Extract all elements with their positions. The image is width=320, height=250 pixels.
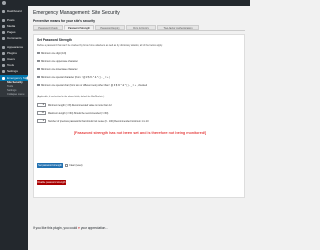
collapse-menu[interactable]: Collapse menu	[0, 93, 28, 97]
settings-icon	[2, 69, 5, 73]
section-title: Set Password Strength	[37, 38, 72, 42]
min-length-input[interactable]: 8	[37, 103, 46, 107]
tab-divider	[33, 30, 245, 31]
brush-icon	[2, 45, 5, 49]
media-icon	[2, 24, 5, 28]
checkbox-row[interactable]: Minimum one uppercase character	[37, 59, 78, 63]
wordpress-icon[interactable]	[2, 1, 6, 5]
page-subtitle: Preventive means for your site's securit…	[33, 19, 96, 23]
footer-note: If you like this plugin, you could ♥ you…	[33, 226, 108, 230]
checkbox[interactable]	[37, 67, 40, 71]
settings-panel: Set Password Strength Define a password …	[33, 34, 245, 198]
reuse-row: 4 Number of previous passwords that shoul…	[37, 119, 149, 123]
section-description: Define a password that can't be cracked …	[37, 44, 163, 47]
main-content: Emergency Management: Site Security Prev…	[28, 6, 250, 250]
checkbox[interactable]	[37, 59, 40, 63]
submenu: Site Security Tools Settings Collapse me…	[0, 81, 28, 97]
min-length-row: 8 Minimum length (>=8) Recommended value …	[37, 103, 112, 107]
checkbox[interactable]	[37, 51, 40, 55]
admin-sidebar: Dashboard Posts Media Pages Comments App…	[0, 6, 31, 250]
comment-icon	[2, 36, 5, 40]
plugin-icon	[2, 51, 5, 55]
page-title: Emergency Management: Site Security	[33, 10, 120, 16]
warning-message: [Password strength has not been set and …	[73, 130, 207, 135]
shield-icon	[2, 76, 5, 80]
disable-password-strength-button[interactable]: Disable password strength	[37, 180, 66, 185]
wrench-icon	[2, 63, 5, 67]
menu-item-dashboard[interactable]: Dashboard	[0, 8, 28, 14]
reset-checkbox[interactable]	[65, 164, 68, 167]
checkbox-row[interactable]: Minimum one special character (from: ! @…	[37, 75, 110, 79]
menu-item-comments[interactable]: Comments	[0, 35, 28, 41]
applicability-note: (Applicable, if unchecked in the above f…	[37, 96, 105, 98]
dashboard-icon	[2, 9, 5, 13]
checkbox[interactable]	[37, 83, 40, 87]
heart-icon: ♥	[78, 226, 80, 230]
reuse-count-input[interactable]: 4	[37, 119, 46, 123]
users-icon	[2, 57, 5, 61]
max-length-input[interactable]: 12	[37, 111, 46, 115]
checkbox-row[interactable]: Minimum one special char (from two or di…	[37, 83, 147, 87]
set-password-strength-button[interactable]: Set password strength	[37, 163, 63, 168]
page-icon	[2, 30, 5, 34]
checkbox-row[interactable]: Minimum one lowercase character	[37, 67, 78, 71]
menu-item-settings[interactable]: Settings	[0, 68, 28, 74]
checkbox[interactable]	[37, 75, 40, 79]
max-length-row: 12 Maximum length (<=64) Should be recomm…	[37, 111, 108, 115]
reset-option[interactable]: Clear (reset)	[65, 164, 82, 167]
pin-icon	[2, 18, 5, 22]
checkbox-row[interactable]: Minimum one digit (0-9)	[37, 51, 66, 55]
